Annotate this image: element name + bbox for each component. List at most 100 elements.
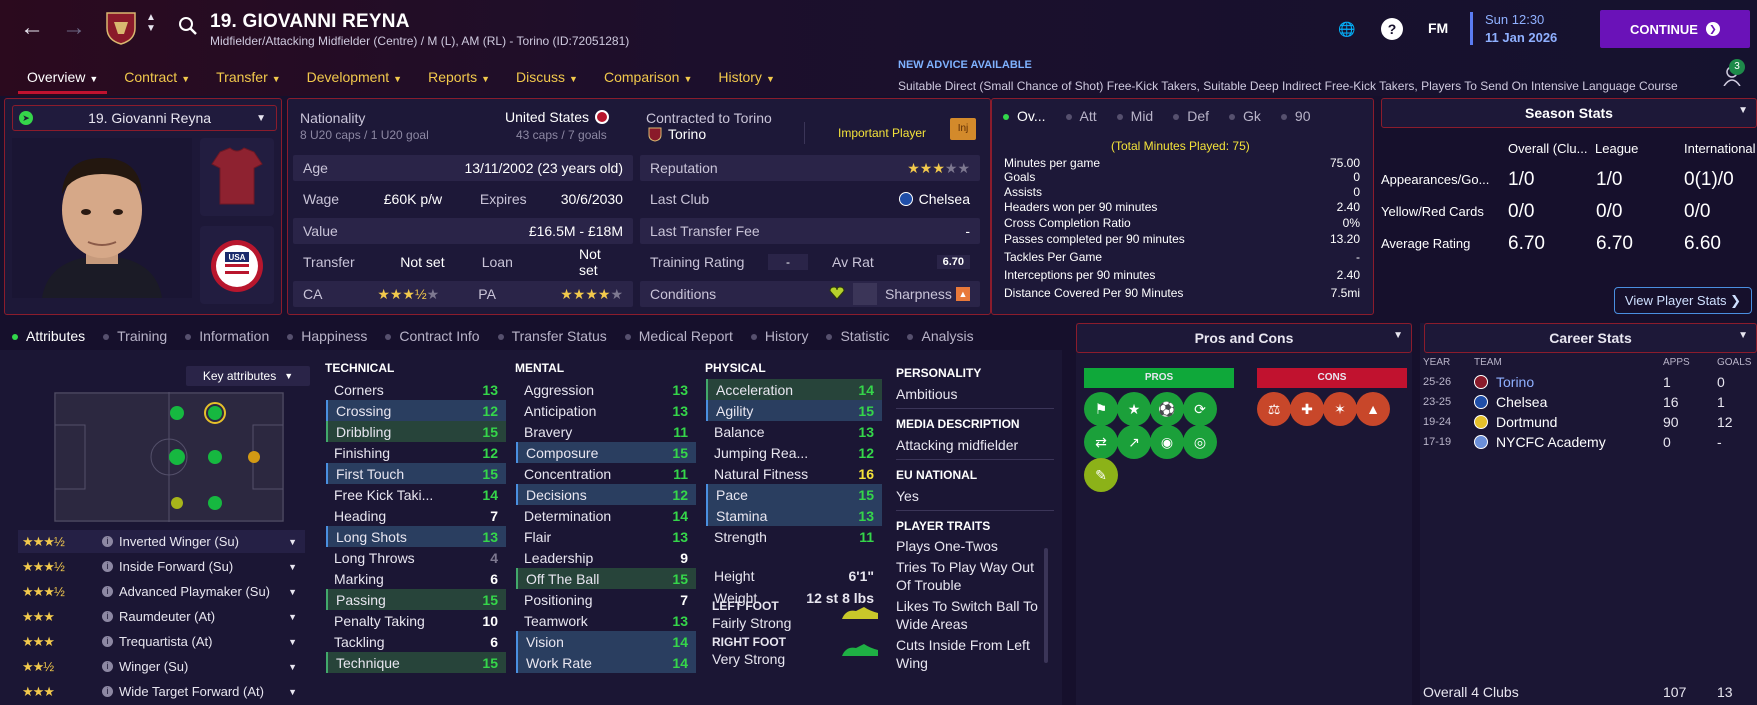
key-attributes-dropdown[interactable]: Key attributes ▼ xyxy=(186,366,310,386)
attribute-row[interactable]: Technique 15 xyxy=(326,652,506,673)
fm-logo[interactable]: FM xyxy=(1428,20,1448,36)
nationality-value[interactable]: United States xyxy=(505,109,610,125)
attribute-row[interactable]: Marking 6 xyxy=(326,568,506,589)
attribute-row[interactable]: Stamina 13 xyxy=(706,505,882,526)
subtab-mid[interactable]: Mid xyxy=(1116,108,1153,124)
pro-pass-icon[interactable]: ⇄ xyxy=(1084,425,1118,459)
career-team[interactable]: Torino xyxy=(1474,374,1534,390)
advice-text[interactable]: Suitable Direct (Small Chance of Shot) F… xyxy=(898,79,1678,93)
attribute-row[interactable]: Jumping Rea... 12 xyxy=(706,442,882,463)
last-club-row[interactable]: Last Club Chelsea xyxy=(640,186,980,212)
con-cone-icon[interactable]: ▲ xyxy=(1356,392,1390,426)
attribute-row[interactable]: Concentration 11 xyxy=(516,463,696,484)
role-item[interactable]: ★★★½ i Advanced Playmaker (Su) ▼ xyxy=(18,580,305,603)
attribute-row[interactable]: Flair 13 xyxy=(516,526,696,547)
info-icon[interactable]: i xyxy=(102,686,113,697)
tab-contract-info[interactable]: Contract Info xyxy=(385,328,480,344)
attribute-row[interactable]: Acceleration 14 xyxy=(706,379,882,400)
forward-arrow-icon[interactable]: → xyxy=(62,14,86,42)
attribute-row[interactable]: Pace 15 xyxy=(706,484,882,505)
attribute-row[interactable]: Passing 15 xyxy=(326,589,506,610)
attribute-row[interactable]: Decisions 12 xyxy=(516,484,696,505)
attribute-row[interactable]: Finishing 12 xyxy=(326,442,506,463)
info-icon[interactable]: i xyxy=(102,536,113,547)
tab-attributes[interactable]: Attributes xyxy=(12,328,85,344)
info-icon[interactable]: i xyxy=(102,661,113,672)
tab-discuss[interactable]: Discuss ▼ xyxy=(507,66,587,94)
subtab-def[interactable]: Def xyxy=(1173,108,1209,124)
attribute-row[interactable]: Positioning 7 xyxy=(516,589,696,610)
tab-analysis[interactable]: Analysis xyxy=(907,328,974,344)
sharpness-up-icon[interactable]: ▲ xyxy=(956,287,970,301)
role-item[interactable]: ★★½ i Winger (Su) ▼ xyxy=(18,655,305,678)
career-team[interactable]: NYCFC Academy xyxy=(1474,434,1606,450)
view-player-stats-button[interactable]: View Player Stats ❯ xyxy=(1614,287,1752,314)
role-item[interactable]: ★★★ i Raumdeuter (At) ▼ xyxy=(18,605,305,628)
attribute-row[interactable]: Tackling 6 xyxy=(326,631,506,652)
tab-history[interactable]: History ▼ xyxy=(709,66,783,94)
player-selector[interactable]: ➤ 19. Giovanni Reyna ▼ xyxy=(12,105,277,131)
attribute-row[interactable]: First Touch 15 xyxy=(326,463,506,484)
attribute-row[interactable]: Off The Ball 15 xyxy=(516,568,696,589)
pro-boot-icon[interactable]: ✎ xyxy=(1084,458,1118,492)
attribute-row[interactable]: Dribbling 15 xyxy=(326,421,506,442)
attribute-row[interactable]: Long Throws 4 xyxy=(326,547,506,568)
attribute-row[interactable]: Composure 15 xyxy=(516,442,696,463)
club-switch-icon[interactable]: ▲ ▼ xyxy=(146,12,156,34)
pro-flag-icon[interactable]: ⚑ xyxy=(1084,392,1118,426)
pro-brain-icon[interactable]: ◉ xyxy=(1150,425,1184,459)
tab-medical-report[interactable]: Medical Report xyxy=(624,328,733,344)
squad-status[interactable]: Important Player xyxy=(838,126,926,140)
globe-icon[interactable]: 🌐 xyxy=(1336,18,1358,40)
con-tackle-icon[interactable]: ✶ xyxy=(1323,392,1357,426)
attribute-row[interactable]: Aggression 13 xyxy=(516,379,696,400)
injury-badge[interactable]: Inj xyxy=(950,118,976,140)
tab-overview[interactable]: Overview ▼ xyxy=(18,66,108,94)
pro-ball-icon[interactable]: ⚽ xyxy=(1150,392,1184,426)
pro-star-icon[interactable]: ★ xyxy=(1117,392,1151,426)
attribute-row[interactable]: Determination 14 xyxy=(516,505,696,526)
search-icon[interactable] xyxy=(178,16,198,36)
tab-development[interactable]: Development ▼ xyxy=(298,66,411,94)
attribute-row[interactable]: Agility 15 xyxy=(706,400,882,421)
subtab-att[interactable]: Att xyxy=(1065,108,1097,124)
subtab-overview[interactable]: Ov... xyxy=(1003,108,1046,124)
pro-trend-icon[interactable]: ↗ xyxy=(1117,425,1151,459)
attribute-row[interactable]: Leadership 9 xyxy=(516,547,696,568)
info-icon[interactable]: i xyxy=(102,586,113,597)
back-arrow-icon[interactable]: ← xyxy=(20,14,44,42)
tab-contract[interactable]: Contract ▼ xyxy=(115,66,199,94)
role-item[interactable]: ★★★½ i Inverted Winger (Su) ▼ xyxy=(18,530,305,553)
torino-crest-icon[interactable] xyxy=(104,10,138,46)
attribute-row[interactable]: Teamwork 13 xyxy=(516,610,696,631)
attribute-row[interactable]: Heading 7 xyxy=(326,505,506,526)
role-item[interactable]: ★★★ i Wide Target Forward (At) ▼ xyxy=(18,680,305,703)
subtab-gk[interactable]: Gk xyxy=(1229,108,1261,124)
info-icon[interactable]: i xyxy=(102,561,113,572)
contracted-club[interactable]: Torino xyxy=(648,126,706,142)
attribute-row[interactable]: Natural Fitness 16 xyxy=(706,463,882,484)
tab-training[interactable]: Training xyxy=(103,328,167,344)
attribute-row[interactable]: Anticipation 13 xyxy=(516,400,696,421)
pro-target-icon[interactable]: ◎ xyxy=(1183,425,1217,459)
role-item[interactable]: ★★★½ i Inside Forward (Su) ▼ xyxy=(18,555,305,578)
role-item[interactable]: ★★★ i Trequartista (At) ▼ xyxy=(18,630,305,653)
attribute-row[interactable]: Free Kick Taki... 14 xyxy=(326,484,506,505)
tab-transfer[interactable]: Transfer ▼ xyxy=(207,66,290,94)
info-icon[interactable]: i xyxy=(102,611,113,622)
career-team[interactable]: Dortmund xyxy=(1474,414,1557,430)
career-team[interactable]: Chelsea xyxy=(1474,394,1547,410)
attribute-row[interactable]: Balance 13 xyxy=(706,421,882,442)
date-display[interactable]: Sun 12:30 11 Jan 2026 xyxy=(1470,12,1557,45)
pros-cons-header[interactable]: Pros and Cons ▼ xyxy=(1076,323,1412,353)
attribute-row[interactable]: Long Shots 13 xyxy=(326,526,506,547)
pro-running-icon[interactable]: ⟳ xyxy=(1183,392,1217,426)
continue-button[interactable]: CONTINUE ❯ xyxy=(1600,10,1750,48)
tab-transfer-status[interactable]: Transfer Status xyxy=(497,328,607,344)
tab-comparison[interactable]: Comparison ▼ xyxy=(595,66,701,94)
tab-reports[interactable]: Reports ▼ xyxy=(419,66,499,94)
help-icon[interactable]: ? xyxy=(1381,18,1403,40)
condition-heart-icon[interactable] xyxy=(785,285,845,303)
traits-scrollbar[interactable] xyxy=(1044,548,1048,663)
info-icon[interactable]: i xyxy=(102,636,113,647)
